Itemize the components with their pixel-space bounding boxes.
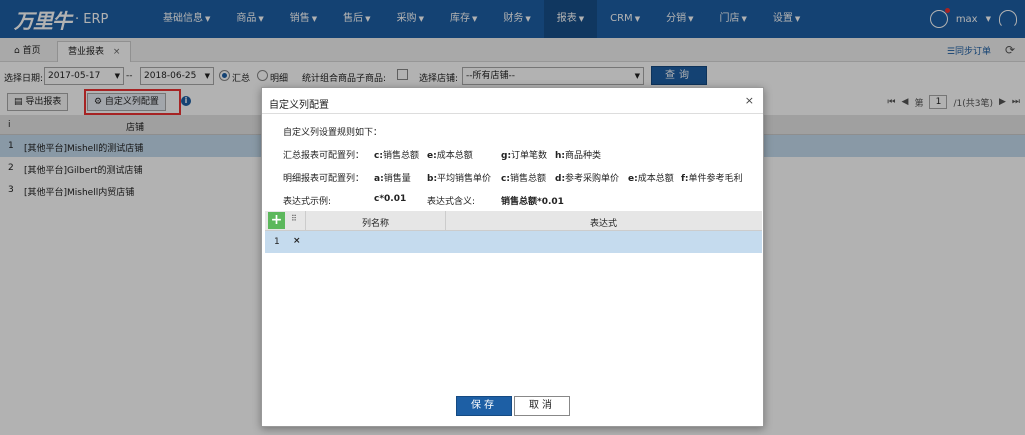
summary-col: h:商品种类 [555,148,601,161]
divider [445,211,446,231]
col-key: c: [501,174,510,184]
delete-row-icon[interactable]: × [293,236,301,246]
col-key: d: [555,174,566,184]
col-value: 成本总额 [436,151,473,161]
detail-col: b:平均销售单价 [427,171,491,184]
col-value: 参考采购单价 [565,174,620,184]
meaning-value: 销售总额*0.01 [501,197,564,207]
example-value: c*0.01 [374,194,407,204]
meaning-label: 表达式含义: [427,197,476,207]
detail-col: a:销售量 [374,171,411,184]
col-key: h: [555,151,566,161]
summary-col: c:销售总额 [374,148,419,161]
col-key: e: [628,174,638,184]
col-key: g: [501,151,512,161]
col-value: 销售总额 [382,151,419,161]
col-value: 订单笔数 [511,151,548,161]
cancel-button[interactable]: 取消 [514,396,570,416]
col-name-header: 列名称 [362,219,390,229]
summary-col: e:成本总额 [427,148,473,161]
detail-col: e:成本总额 [628,171,674,184]
summary-col: g:订单笔数 [501,148,547,161]
dialog-header: 自定义列配置 × [262,88,763,114]
summary-cols-label: 汇总报表可配置列： [283,151,365,161]
example-label: 表达式示例: [283,197,332,207]
divider [305,211,306,231]
detail-col: d:参考采购单价 [555,171,619,184]
col-key: b: [427,174,438,184]
row-index: 1 [274,237,280,247]
col-key: f: [681,174,689,184]
detail-col: f:单件参考毛利 [681,171,743,184]
detail-col: c:销售总额 [501,171,546,184]
col-value: 商品种类 [565,151,602,161]
add-row-button[interactable]: + [268,212,285,229]
columns-table-header: + ⠿ 列名称 表达式 [265,211,762,231]
col-key: c: [374,151,383,161]
col-value: 成本总额 [637,174,674,184]
col-key: a: [374,174,384,184]
dialog-title: 自定义列配置 [269,100,329,111]
save-button[interactable]: 保存 [456,396,512,416]
col-value: 平均销售单价 [437,174,492,184]
drag-handle-icon: ⠿ [291,214,297,223]
col-key: e: [427,151,437,161]
col-expr-header: 表达式 [590,219,618,229]
close-icon[interactable]: × [745,94,754,107]
custom-columns-dialog: 自定义列配置 × 自定义列设置规则如下： 汇总报表可配置列： c:销售总额 e:… [261,87,764,427]
table-row[interactable]: 1 × [265,231,762,253]
detail-cols-label: 明细报表可配置列： [283,174,365,184]
col-value: 单件参考毛利 [688,174,743,184]
rules-intro: 自定义列设置规则如下： [283,128,383,138]
col-value: 销售总额 [509,174,546,184]
col-value: 销售量 [383,174,411,184]
